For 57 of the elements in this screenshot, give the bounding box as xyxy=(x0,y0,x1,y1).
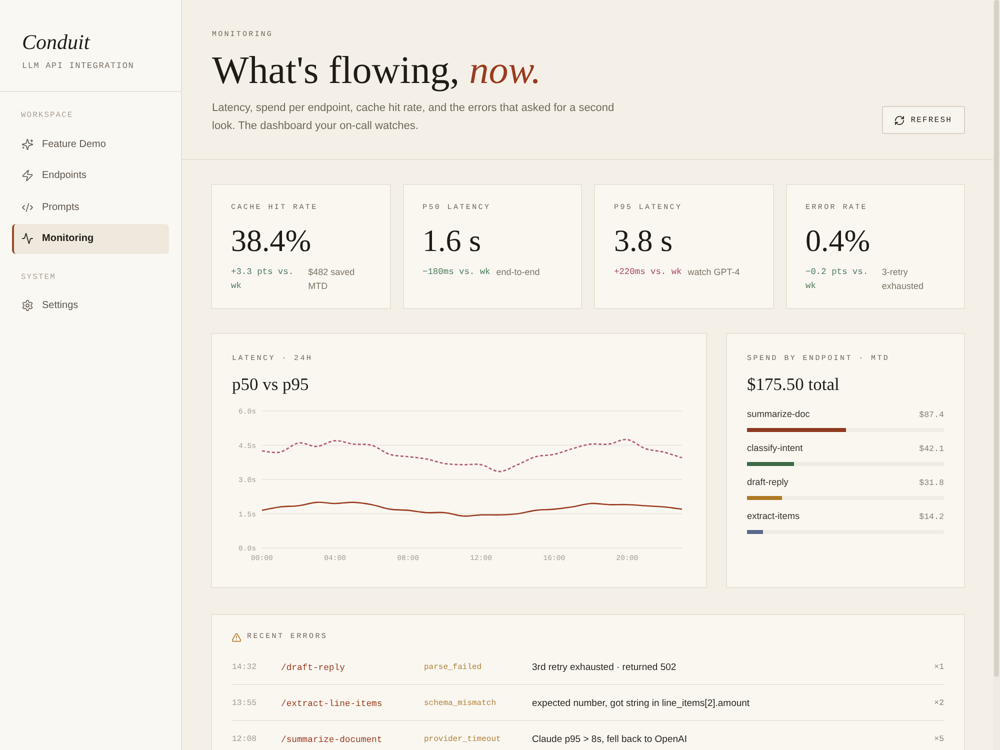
error-count: ×1 xyxy=(934,662,944,674)
error-message: Claude p95 > 8s, fell back to OpenAI xyxy=(532,734,688,746)
endpoint-amount: $42.1 xyxy=(919,444,944,456)
section-label: WORKSPACE xyxy=(20,111,74,121)
metric-note: 3-retry exhausted xyxy=(882,266,924,293)
metric-delta: −0.2 pts vs. wk xyxy=(806,266,870,293)
error-code: provider_timeout xyxy=(424,734,502,746)
endpoint-name: summarize-doc xyxy=(747,408,810,421)
nav-item[interactable]: Monitoring xyxy=(12,224,169,254)
page-description: Latency, spend per endpoint, cache hit rate, and the errors that asked for a second look. The dashboard your on-call watches. xyxy=(212,101,616,134)
brand-name: Conduit xyxy=(22,29,91,55)
endpoint-amount: $87.4 xyxy=(919,410,944,422)
endpoint-name: extract-items xyxy=(747,510,800,523)
refresh-icon xyxy=(894,116,904,124)
error-endpoint: /summarize-document xyxy=(281,734,384,746)
lightning-icon xyxy=(22,170,33,182)
error-code: parse_failed xyxy=(424,662,483,674)
sparkles-icon xyxy=(22,138,33,150)
metric-delta: +3.3 pts vs. wk xyxy=(231,266,295,293)
section-label: SYSTEM xyxy=(20,272,57,283)
nav-item[interactable]: Prompts xyxy=(12,192,169,222)
warning-icon xyxy=(232,632,241,642)
refresh-button[interactable]: REFRESH xyxy=(882,106,965,134)
endpoint-name: classify-intent xyxy=(747,442,803,455)
metric-delta: +220ms vs. wk xyxy=(614,266,682,279)
error-message: 3rd retry exhausted · returned 502 xyxy=(532,662,678,674)
metric-note: $482 saved MTD xyxy=(308,266,356,293)
metric-value: 1.6 s xyxy=(422,223,482,259)
error-message: expected number, got string in line_items[2].amount xyxy=(532,698,751,710)
spend-total: $175.50 total xyxy=(747,373,840,395)
error-count: ×5 xyxy=(934,734,944,746)
metric-value: 3.8 s xyxy=(614,223,674,259)
page-title: What's flowing, now. xyxy=(212,49,542,93)
brand-tagline: LLM API INTEGRATION xyxy=(22,61,136,71)
error-time: 12:08 xyxy=(232,734,258,746)
endpoint-name: draft-reply xyxy=(747,476,788,489)
endpoint-amount: $31.8 xyxy=(919,478,944,490)
metric-value: 0.4% xyxy=(806,223,872,259)
error-count: ×2 xyxy=(934,698,944,710)
metric-note: watch GPT-4 xyxy=(688,266,740,279)
error-time: 13:55 xyxy=(232,698,258,710)
metric-note: end-to-end xyxy=(496,266,540,279)
nav-item[interactable]: Feature Demo xyxy=(12,129,169,159)
nav-item[interactable]: Endpoints xyxy=(12,160,169,191)
chart-title: p50 vs p95 xyxy=(232,373,310,395)
metric-delta: −180ms vs. wk xyxy=(422,266,490,279)
nav-item[interactable]: Settings xyxy=(12,290,169,321)
metric-value: 38.4% xyxy=(231,223,312,259)
error-endpoint: /draft-reply xyxy=(281,662,346,674)
endpoint-amount: $14.2 xyxy=(919,512,944,524)
scrollbar-thumb[interactable] xyxy=(994,0,999,677)
error-endpoint: /extract-line-items xyxy=(281,698,384,710)
pulse-icon xyxy=(22,233,33,244)
error-code: schema_mismatch xyxy=(424,698,498,710)
error-time: 14:32 xyxy=(232,662,258,674)
code-icon xyxy=(22,202,33,213)
settings-icon xyxy=(22,300,33,312)
